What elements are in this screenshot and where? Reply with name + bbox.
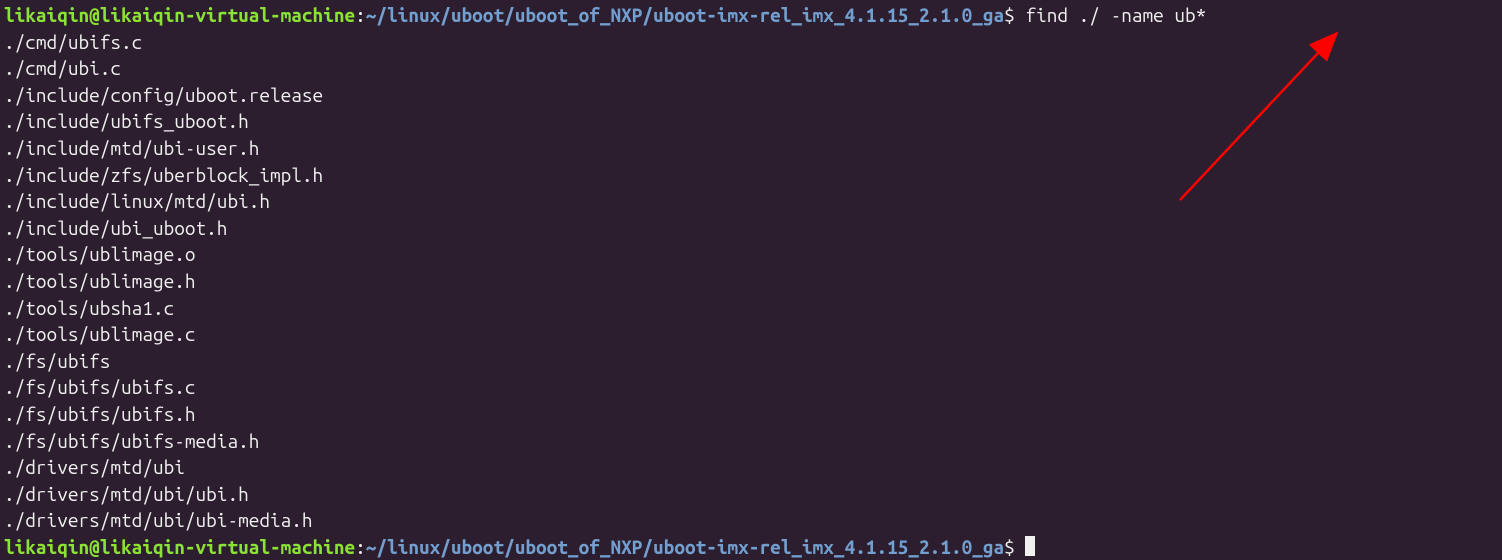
output-line: ./drivers/mtd/ubi/ubi.h: [4, 481, 1498, 508]
prompt-dollar: $: [1004, 4, 1015, 26]
prompt-user-host: likaiqin@likaiqin-virtual-machine: [4, 536, 355, 558]
output-line: ./include/ubi_uboot.h: [4, 215, 1498, 242]
output-line: ./tools/ubsha1.c: [4, 295, 1498, 322]
output-line: ./include/config/uboot.release: [4, 82, 1498, 109]
cursor: [1025, 536, 1035, 556]
prompt-user-host: likaiqin@likaiqin-virtual-machine: [4, 4, 355, 26]
terminal-output[interactable]: likaiqin@likaiqin-virtual-machine:~/linu…: [4, 2, 1498, 560]
output-line: ./drivers/mtd/ubi/ubi-media.h: [4, 507, 1498, 534]
output-line: ./drivers/mtd/ubi: [4, 454, 1498, 481]
prompt-path: ~/linux/uboot/uboot_of_NXP/uboot-imx-rel…: [366, 536, 1004, 558]
command-text: [1015, 4, 1026, 26]
output-line: ./fs/ubifs/ubifs.c: [4, 374, 1498, 401]
output-line: ./include/linux/mtd/ubi.h: [4, 188, 1498, 215]
output-line: ./cmd/ubi.c: [4, 55, 1498, 82]
output-line: ./tools/ublimage.c: [4, 321, 1498, 348]
prompt-colon: :: [355, 536, 366, 558]
output-line: ./tools/ublimage.h: [4, 268, 1498, 295]
prompt-path: ~/linux/uboot/uboot_of_NXP/uboot-imx-rel…: [366, 4, 1004, 26]
output-line: ./cmd/ubifs.c: [4, 29, 1498, 56]
output-line: ./fs/ubifs: [4, 348, 1498, 375]
output-line: ./include/mtd/ubi-user.h: [4, 135, 1498, 162]
output-line: ./tools/ublimage.o: [4, 241, 1498, 268]
command-input: find ./ -name ub*: [1025, 4, 1206, 26]
output-line: ./fs/ubifs/ubifs.h: [4, 401, 1498, 428]
output-line: ./include/ubifs_uboot.h: [4, 108, 1498, 135]
output-line: ./fs/ubifs/ubifs-media.h: [4, 428, 1498, 455]
output-line: ./include/zfs/uberblock_impl.h: [4, 162, 1498, 189]
prompt-line-1: likaiqin@likaiqin-virtual-machine:~/linu…: [4, 2, 1498, 29]
space: [1015, 536, 1026, 558]
prompt-dollar: $: [1004, 536, 1015, 558]
prompt-colon: :: [355, 4, 366, 26]
